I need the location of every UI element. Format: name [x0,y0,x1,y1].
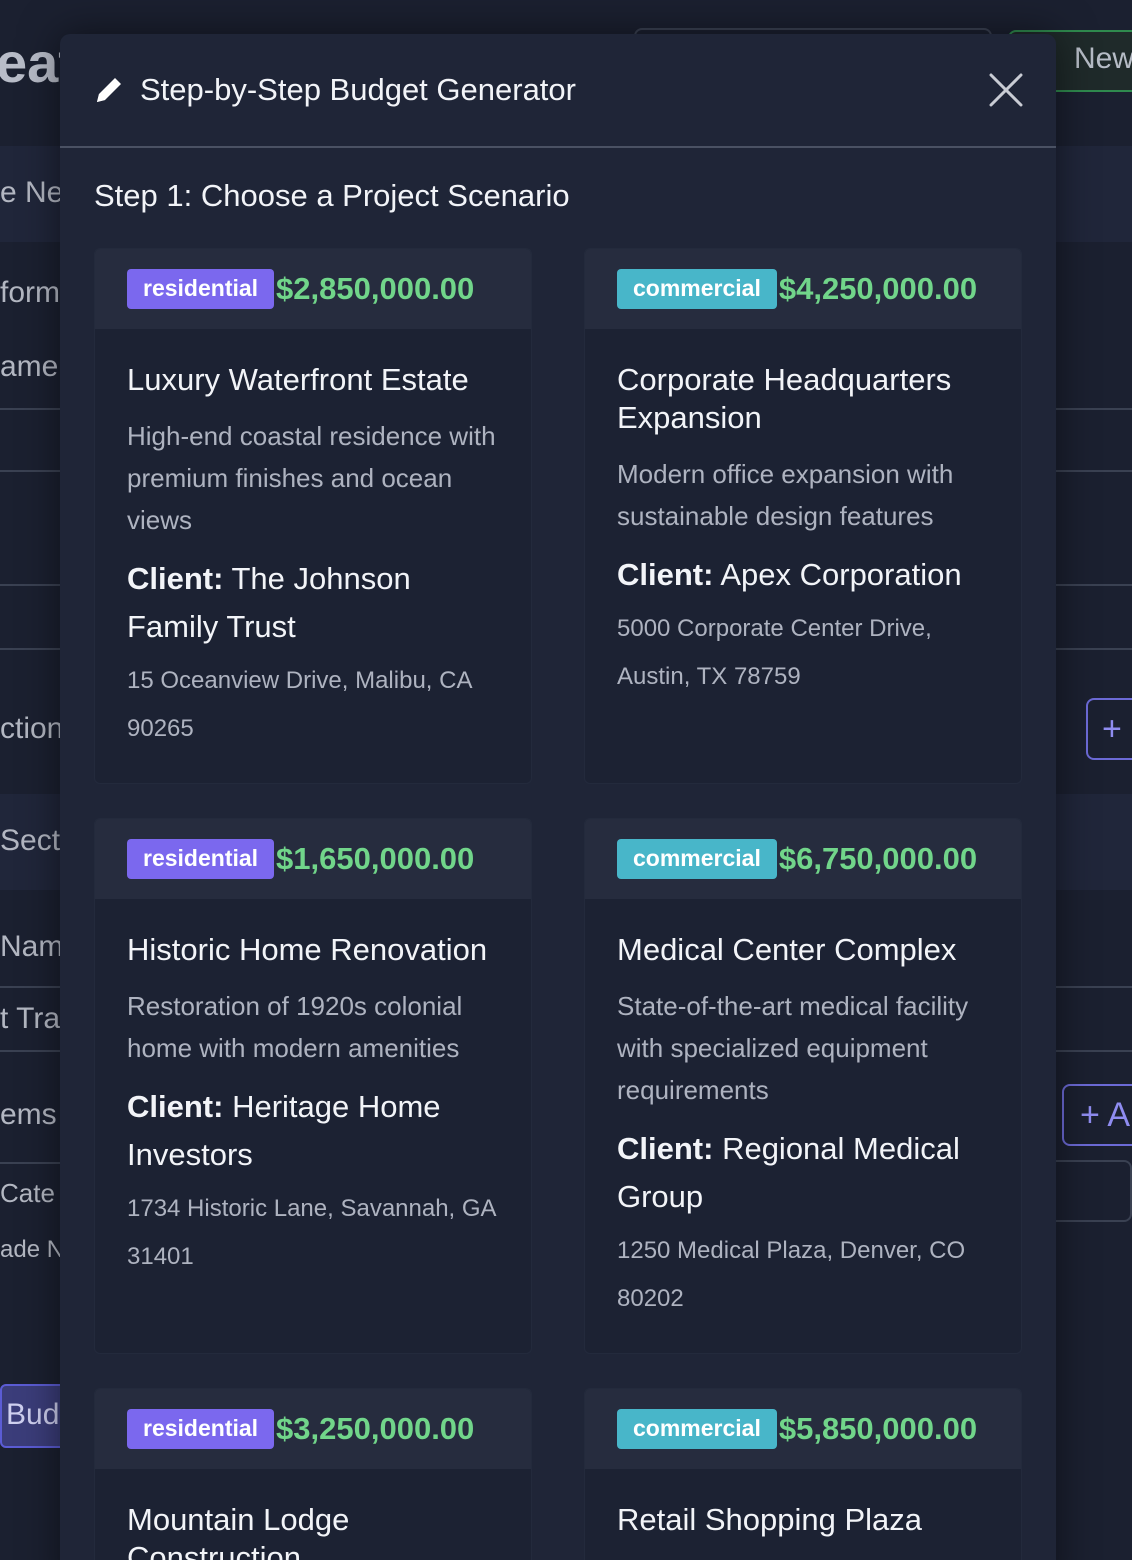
scenario-title: Mountain Lodge Construction [127,1502,350,1560]
type-badge: residential [127,1409,275,1449]
step-title: Step 1: Choose a Project Scenario [94,178,570,213]
client-name: Apex Corporation [720,557,962,592]
type-badge: commercial [617,1409,777,1449]
scenario-card-header: commercial $5,850,000.00 [585,1389,1021,1469]
scenario-title: Retail Shopping Plaza [617,1502,923,1537]
modal-body: Step 1: Choose a Project Scenario reside… [60,148,1056,1560]
budget-price: $3,250,000.00 [276,1411,475,1446]
scenario-card-mountain-lodge-construction[interactable]: residential $3,250,000.00 Mountain Lodge… [94,1388,532,1560]
scenario-card-header: commercial $4,250,000.00 [585,249,1021,329]
scenario-title: Corporate Headquarters Expansion [617,362,952,435]
background-label: t Tra [0,1002,61,1035]
background-label: e Ne [0,176,64,209]
scenario-card-retail-shopping-plaza[interactable]: commercial $5,850,000.00 Retail Shopping… [584,1388,1022,1560]
client-line: Client: Regional Medical Group [617,1125,989,1221]
modal-header: Step-by-Step Budget Generator [60,34,1056,148]
client-line: Client: The Johnson Family Trust [127,555,499,651]
background-label: Secti [0,824,67,857]
modal-title: Step-by-Step Budget Generator [140,72,576,107]
scenario-card-luxury-waterfront-estate[interactable]: residential $2,850,000.00 Luxury Waterfr… [94,248,532,784]
client-line: Client: Heritage Home Investors [127,1083,499,1179]
scenario-description: Modern office expansion with sustainable… [617,459,954,531]
type-badge: commercial [617,269,777,309]
budget-generator-modal: Step-by-Step Budget Generator Step 1: Ch… [60,34,1056,1560]
client-line: Client: Apex Corporation [617,551,989,599]
budget-price: $1,650,000.00 [276,841,475,876]
close-icon[interactable] [988,72,1024,108]
scenario-card-historic-home-renovation[interactable]: residential $1,650,000.00 Historic Home … [94,818,532,1354]
scenario-card-header: commercial $6,750,000.00 [585,819,1021,899]
scenario-card-header: residential $2,850,000.00 [95,249,531,329]
budget-price: $5,850,000.00 [778,1411,978,1446]
client-address: 1734 Historic Lane, Savannah, GA 31401 [127,1195,496,1270]
type-badge: residential [127,839,275,879]
scenario-description: State-of-the-art medical facility with s… [617,991,969,1105]
client-label: Client: [617,557,714,592]
scenario-title: Medical Center Complex [617,932,957,967]
client-address: 15 Oceanview Drive, Malibu, CA 90265 [127,667,472,742]
type-badge: residential [127,269,275,309]
background-label: ade N [0,1236,65,1263]
client-label: Client: [127,561,224,596]
scenario-card-corporate-headquarters-expansion[interactable]: commercial $4,250,000.00 Corporate Headq… [584,248,1022,784]
budget-price: $4,250,000.00 [778,271,978,306]
scenario-title: Historic Home Renovation [127,932,488,967]
scenario-description: High-end coastal residence with premium … [127,421,496,535]
background-label: ame [0,350,59,383]
budget-price: $6,750,000.00 [778,841,978,876]
scenario-card-header: residential $3,250,000.00 [95,1389,531,1469]
background-label: Cate [0,1178,55,1208]
client-label: Client: [617,1131,714,1166]
scenario-grid: residential $2,850,000.00 Luxury Waterfr… [94,248,1022,1560]
scenario-description: Restoration of 1920s colonial home with … [127,991,463,1063]
background-add-item-button: + A [1062,1084,1132,1146]
scenario-card-header: residential $1,650,000.00 [95,819,531,899]
scenario-card-medical-center-complex[interactable]: commercial $6,750,000.00 Medical Center … [584,818,1022,1354]
budget-price: $2,850,000.00 [276,271,475,306]
client-address: 5000 Corporate Center Drive, Austin, TX … [617,615,932,690]
scenario-title: Luxury Waterfront Estate [127,362,469,397]
client-address: 1250 Medical Plaza, Denver, CO 80202 [617,1237,966,1312]
background-add-button: + [1086,698,1132,760]
pencil-icon [97,78,121,102]
type-badge: commercial [617,839,777,879]
background-label: ction [0,712,64,745]
background-label: form [0,276,60,309]
client-label: Client: [127,1089,224,1124]
background-label: ems [0,1098,57,1131]
